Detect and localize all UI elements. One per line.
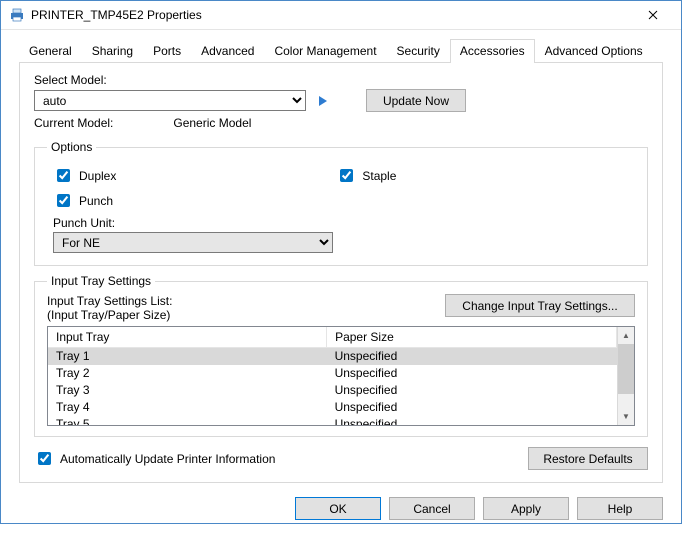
select-model-combo[interactable]: auto xyxy=(34,90,306,111)
ok-button[interactable]: OK xyxy=(295,497,381,520)
tray-table: Input Tray Paper Size Tray 1UnspecifiedT… xyxy=(47,326,635,426)
tray-rows: Tray 1UnspecifiedTray 2UnspecifiedTray 3… xyxy=(48,348,617,426)
current-model-value: Generic Model xyxy=(173,116,251,130)
scroll-track[interactable] xyxy=(618,394,634,408)
cell-size: Unspecified xyxy=(327,365,617,382)
table-row[interactable]: Tray 2Unspecified xyxy=(48,365,617,382)
tab-panel-accessories: Select Model: auto Update Now Current Mo… xyxy=(19,62,663,483)
current-model-label: Current Model: xyxy=(34,116,113,130)
tab-advanced-options[interactable]: Advanced Options xyxy=(535,39,653,63)
cell-tray: Tray 5 xyxy=(48,416,327,426)
scroll-up-icon[interactable]: ▲ xyxy=(618,327,634,344)
table-row[interactable]: Tray 3Unspecified xyxy=(48,382,617,399)
dialog-buttons: OK Cancel Apply Help xyxy=(1,491,681,534)
tray-list-label: Input Tray Settings List: xyxy=(47,294,172,308)
cell-size: Unspecified xyxy=(327,416,617,426)
select-model-label: Select Model: xyxy=(34,73,648,87)
tray-list-sub: (Input Tray/Paper Size) xyxy=(47,308,172,322)
duplex-input[interactable] xyxy=(57,169,70,182)
update-now-button[interactable]: Update Now xyxy=(366,89,466,112)
col-input-tray[interactable]: Input Tray xyxy=(48,327,327,348)
window-title: PRINTER_TMP45E2 Properties xyxy=(31,8,633,22)
punch-unit-combo[interactable]: For NE xyxy=(53,232,333,253)
tab-accessories[interactable]: Accessories xyxy=(450,39,535,63)
table-row[interactable]: Tray 1Unspecified xyxy=(48,348,617,365)
tab-color-management[interactable]: Color Management xyxy=(264,39,386,63)
scroll-thumb[interactable] xyxy=(618,344,634,394)
tab-ports[interactable]: Ports xyxy=(143,39,191,63)
auto-update-input[interactable] xyxy=(38,452,51,465)
tab-strip: General Sharing Ports Advanced Color Man… xyxy=(1,30,681,62)
cell-tray: Tray 1 xyxy=(48,348,327,365)
tray-legend: Input Tray Settings xyxy=(47,274,155,288)
help-button[interactable]: Help xyxy=(577,497,663,520)
cell-tray: Tray 2 xyxy=(48,365,327,382)
scroll-down-icon[interactable]: ▼ xyxy=(618,408,634,425)
cell-tray: Tray 4 xyxy=(48,399,327,416)
tab-sharing[interactable]: Sharing xyxy=(82,39,143,63)
staple-checkbox[interactable]: Staple xyxy=(336,166,396,185)
options-group: Options Duplex Staple Punch Punch Unit: xyxy=(34,140,648,266)
col-paper-size[interactable]: Paper Size xyxy=(327,327,617,348)
cancel-button[interactable]: Cancel xyxy=(389,497,475,520)
options-legend: Options xyxy=(47,140,96,154)
properties-window: PRINTER_TMP45E2 Properties General Shari… xyxy=(0,0,682,524)
tray-group: Input Tray Settings Input Tray Settings … xyxy=(34,274,648,437)
tray-scrollbar[interactable]: ▲ ▼ xyxy=(617,327,634,425)
play-icon[interactable] xyxy=(314,92,332,110)
auto-update-checkbox[interactable]: Automatically Update Printer Information xyxy=(34,449,275,468)
close-button[interactable] xyxy=(633,1,673,29)
cell-size: Unspecified xyxy=(327,399,617,416)
tab-general[interactable]: General xyxy=(19,39,82,63)
change-tray-button[interactable]: Change Input Tray Settings... xyxy=(445,294,635,317)
duplex-checkbox[interactable]: Duplex xyxy=(53,166,116,185)
table-row[interactable]: Tray 5Unspecified xyxy=(48,416,617,426)
cell-size: Unspecified xyxy=(327,382,617,399)
punch-input[interactable] xyxy=(57,194,70,207)
tab-security[interactable]: Security xyxy=(387,39,450,63)
staple-input[interactable] xyxy=(340,169,353,182)
titlebar: PRINTER_TMP45E2 Properties xyxy=(1,1,681,30)
cell-tray: Tray 3 xyxy=(48,382,327,399)
cell-size: Unspecified xyxy=(327,348,617,365)
punch-unit-label: Punch Unit: xyxy=(53,216,635,230)
printer-icon xyxy=(9,7,25,23)
punch-checkbox[interactable]: Punch xyxy=(53,191,113,210)
tab-advanced[interactable]: Advanced xyxy=(191,39,264,63)
apply-button[interactable]: Apply xyxy=(483,497,569,520)
table-row[interactable]: Tray 4Unspecified xyxy=(48,399,617,416)
restore-defaults-button[interactable]: Restore Defaults xyxy=(528,447,648,470)
